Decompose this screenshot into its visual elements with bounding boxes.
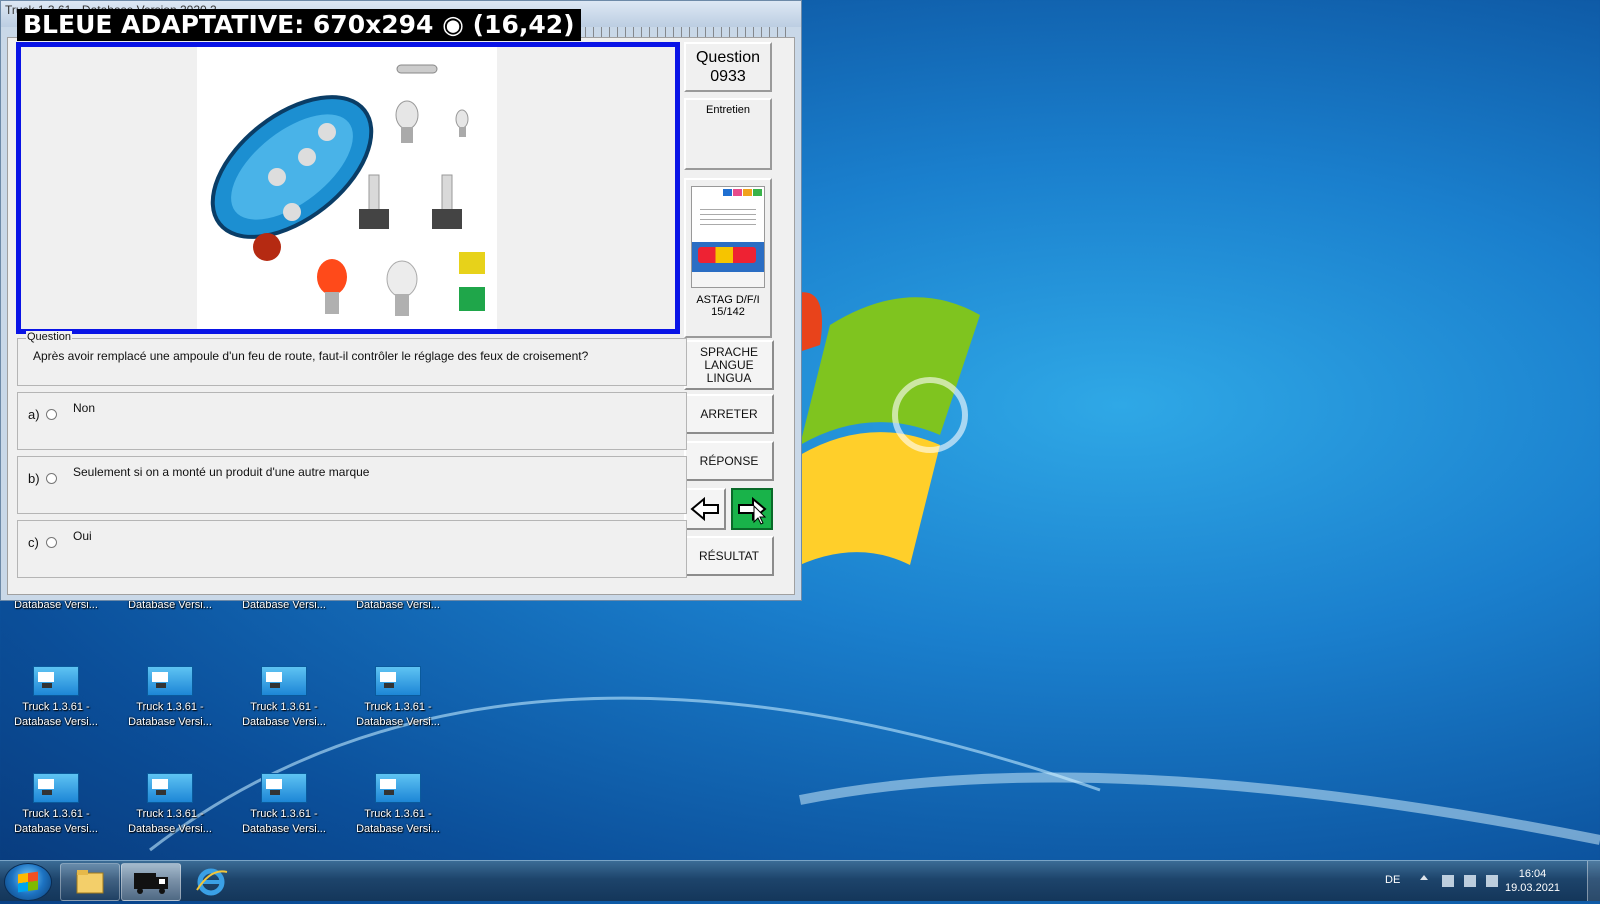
desktop-icon-label: Database Versi... <box>242 823 326 835</box>
system-tray: DE 16:04 19.03.2021 <box>1360 861 1600 901</box>
language-label-de: SPRACHE <box>699 344 758 359</box>
category-label: Entretien <box>705 104 751 116</box>
answer-button-label: RÉPONSE <box>699 454 759 468</box>
desktop-icon[interactable]: Truck 1.3.61 - Database Versi... <box>234 666 334 730</box>
answer-letter: c) <box>28 535 39 550</box>
truck-app-icon <box>147 666 193 696</box>
answer-text: Oui <box>73 529 92 543</box>
desktop-icon-label: Truck 1.3.61 - <box>136 808 204 820</box>
result-button-label: RÉSULTAT <box>698 549 759 563</box>
answer-radio[interactable] <box>46 537 57 548</box>
desktop-icon[interactable]: Truck 1.3.61 - Database Versi... <box>6 666 106 730</box>
desktop-icon-label: Truck 1.3.61 - <box>364 808 432 820</box>
language-button[interactable]: SPRACHE LANGUE LINGUA <box>684 340 774 390</box>
app-client-area: Question 0933 Entretien ASTAG D/F/I 15/1… <box>7 37 795 595</box>
desktop-icon-label: Truck 1.3.61 - <box>22 808 90 820</box>
truck-app-icon <box>33 666 79 696</box>
desktop-icon-label: Database Versi... <box>14 823 98 835</box>
question-number-panel: Question 0933 <box>684 42 772 92</box>
desktop-icon[interactable]: Truck 1.3.61 - Database Versi... <box>348 773 448 837</box>
answer-radio[interactable] <box>46 473 57 484</box>
desktop-icon-label: Truck 1.3.61 - <box>364 701 432 713</box>
desktop-icon-label: Database Versi... <box>242 716 326 728</box>
network-icon[interactable] <box>1464 875 1476 887</box>
truck-app-icon <box>147 773 193 803</box>
desktop-icon-label: Database Versi... <box>356 823 440 835</box>
desktop-icon[interactable]: Truck 1.3.61 - Database Versi... <box>348 666 448 730</box>
language-indicator[interactable]: DE <box>1385 874 1400 886</box>
question-text: Après avoir remplacé une ampoule d'un fe… <box>33 349 589 363</box>
desktop-icon-label: Truck 1.3.61 - <box>22 701 90 713</box>
truck-app-icon <box>375 773 421 803</box>
question-box: Question Après avoir remplacé une ampoul… <box>17 331 687 386</box>
answer-letter: b) <box>28 471 40 486</box>
desktop-icon[interactable]: Truck 1.3.61 - Database Versi... <box>120 666 220 730</box>
show-desktop-button[interactable] <box>1587 861 1600 901</box>
answer-button[interactable]: RÉPONSE <box>684 441 774 481</box>
taskbar-explorer[interactable] <box>60 863 120 901</box>
previous-button[interactable] <box>684 488 726 530</box>
question-image-frame <box>16 42 680 334</box>
desktop-icon-label: Database Versi... <box>128 716 212 728</box>
clock-date: 19.03.2021 <box>1505 882 1561 894</box>
desktop-icon-label: Database Versi... <box>14 716 98 728</box>
truck-app-icon <box>261 666 307 696</box>
taskbar-truck-app[interactable] <box>121 863 181 901</box>
book-page: 15/142 <box>711 306 745 318</box>
start-button[interactable] <box>4 863 52 901</box>
windows-logo-icon <box>18 871 38 893</box>
desktop-icon[interactable]: Truck 1.3.61 - Database Versi... <box>120 773 220 837</box>
next-button[interactable] <box>731 488 773 530</box>
show-hidden-icons-icon[interactable] <box>1420 875 1428 880</box>
answer-text: Non <box>73 401 96 415</box>
desktop-icon[interactable]: Truck 1.3.61 - Database Versi... <box>234 773 334 837</box>
answer-option-b[interactable]: b) Seulement si on a monté un produit d'… <box>17 456 687 514</box>
volume-icon[interactable] <box>1486 875 1498 887</box>
language-label-fr: LANGUE <box>704 357 754 372</box>
book-cover-image <box>691 186 765 288</box>
arrow-right-icon <box>738 496 767 525</box>
truck-app-icon <box>261 773 307 803</box>
truck-app-icon <box>33 773 79 803</box>
folder-icon <box>76 870 104 894</box>
app-window: Truck 1.3.61 - Database Version 2020.2 B… <box>0 0 802 601</box>
clock-time: 16:04 <box>1518 868 1547 880</box>
taskbar-internet-explorer[interactable] <box>182 863 242 901</box>
desktop-icon-label: Truck 1.3.61 - <box>250 808 318 820</box>
bulb-kit-illustration <box>210 64 485 316</box>
arrow-left-icon <box>690 496 719 522</box>
answer-letter: a) <box>28 407 40 422</box>
answer-option-c[interactable]: c) Oui <box>17 520 687 578</box>
desktop-icon-label: Truck 1.3.61 - <box>250 701 318 713</box>
stop-button[interactable]: ARRETER <box>684 394 774 434</box>
stop-button-label: ARRETER <box>700 407 758 421</box>
clock[interactable]: 16:04 19.03.2021 <box>1505 867 1560 895</box>
language-label-it: LINGUA <box>706 370 752 385</box>
desktop-icon-label: Database Versi... <box>356 716 440 728</box>
internet-explorer-icon <box>196 868 228 896</box>
question-label: Question <box>695 49 761 66</box>
desktop-icon-label: Database Versi... <box>128 823 212 835</box>
answer-radio[interactable] <box>46 409 57 420</box>
desktop-icon-label: Truck 1.3.61 - <box>136 701 204 713</box>
question-legend: Question <box>26 331 73 343</box>
taskbar: DE 16:04 19.03.2021 <box>0 860 1600 901</box>
overlay-title: BLEUE ADAPTATIVE: 670x294 ◉ (16,42) <box>17 9 581 41</box>
truck-icon <box>134 873 168 894</box>
question-image <box>197 47 497 329</box>
category-panel: Entretien <box>684 98 772 170</box>
truck-app-icon <box>375 666 421 696</box>
device-icon[interactable] <box>1442 875 1454 887</box>
book-source: ASTAG D/F/I <box>696 294 760 306</box>
book-panel: ASTAG D/F/I 15/142 <box>684 178 772 338</box>
desktop-icon[interactable]: Truck 1.3.61 - Database Versi... <box>6 773 106 837</box>
answer-option-a[interactable]: a) Non <box>17 392 687 450</box>
result-button[interactable]: RÉSULTAT <box>684 536 774 576</box>
question-number: 0933 <box>710 68 746 85</box>
answer-text: Seulement si on a monté un produit d'une… <box>73 465 370 479</box>
